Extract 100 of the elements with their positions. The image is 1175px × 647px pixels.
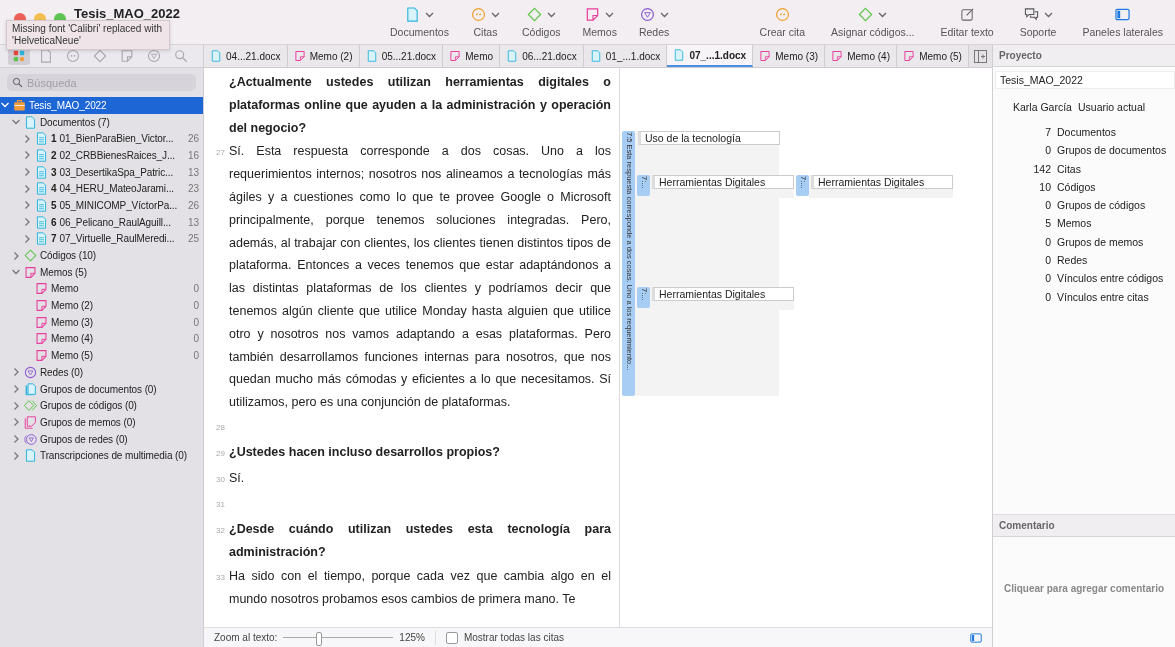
quote-icon — [774, 7, 790, 22]
toolbar-button[interactable]: Soporte — [1013, 4, 1063, 40]
chevron-right-icon[interactable] — [22, 133, 32, 144]
line-number: 27 — [215, 147, 226, 160]
document-icon — [35, 215, 48, 229]
document-tab[interactable]: 07_...1.docx — [667, 45, 754, 67]
tree-item[interactable]: 7 07_Virtuelle_RaulMeredi... 25 — [0, 230, 203, 248]
question-text: ¿Actualmente ustedes utilizan herramientas digitales o plataformas online que ayuden a la administración y operación del negocio? — [229, 74, 611, 137]
document-tab[interactable]: Memo (4) — [825, 45, 898, 67]
tree-item[interactable]: Memo (5) 0 — [0, 347, 203, 364]
code-label[interactable]: Herramientas Digitales — [652, 287, 794, 301]
document-tab[interactable]: Memo (3) — [753, 45, 826, 67]
document-icon — [35, 232, 48, 246]
chevron-right-icon[interactable] — [11, 250, 21, 261]
document-tab[interactable]: 05...21.docx — [359, 45, 444, 67]
memo-icon — [35, 332, 48, 346]
tree-item[interactable]: 3 03_DesertikaSpa_Patric... 13 — [0, 163, 203, 181]
chevron-right-icon[interactable] — [22, 150, 32, 161]
answer-text: Sí. — [229, 469, 246, 487]
checkbox[interactable] — [445, 631, 458, 644]
network-icon — [24, 365, 37, 379]
quote-icon — [66, 49, 80, 63]
memo-icon — [35, 349, 48, 363]
comment-placeholder[interactable]: Cliquear para agregar comentario — [1003, 582, 1165, 594]
chevron-right-icon[interactable] — [22, 233, 32, 244]
code-label[interactable]: Uso de la tecnología — [638, 131, 780, 145]
document-icon — [24, 449, 37, 463]
document-tab[interactable]: 01_...1.docx — [583, 45, 668, 67]
tree-item[interactable]: Memo (2) 0 — [0, 297, 203, 314]
tree-item[interactable]: Grupos de códigos (0) — [0, 397, 203, 415]
memo-icon — [35, 299, 48, 313]
tree-item[interactable]: 5 05_MINICOMP_VíctorPa... 26 — [0, 197, 203, 214]
document-tab[interactable]: Memo — [443, 45, 501, 67]
toolbar-button[interactable]: Citas — [464, 4, 506, 40]
tree-item[interactable]: Grupos de documentos (0) — [0, 380, 203, 398]
memo-icon — [35, 315, 48, 329]
stat-label: Grupos de códigos — [1057, 198, 1147, 214]
code-label[interactable]: Herramientas Digitales — [652, 175, 794, 189]
tree-item[interactable]: Memo 0 — [0, 280, 203, 298]
memo-icon — [35, 282, 48, 296]
line-number: 30 — [215, 473, 226, 486]
document-icon — [210, 50, 223, 62]
quote-icon — [470, 7, 486, 22]
diamond-icon — [93, 49, 107, 63]
tree-item[interactable]: 2 02_CRBBienesRaices_J... 16 — [0, 147, 203, 164]
stat-label: Citas — [1057, 161, 1082, 177]
tree-item[interactable]: Redes (0) — [0, 364, 203, 381]
document-tab[interactable]: 04...21.docx — [204, 45, 288, 67]
stat-label: Códigos — [1057, 179, 1097, 195]
document-icon — [35, 132, 48, 146]
tree-item[interactable]: 4 04_HERU_MateoJarami... 23 — [0, 180, 203, 198]
chevron-right-icon[interactable] — [22, 200, 32, 211]
chevron-right-icon[interactable] — [22, 217, 32, 228]
tree-item[interactable]: Tesis_MAO_2022 — [0, 97, 203, 114]
document-tab[interactable]: 06...21.docx — [500, 45, 584, 67]
toolbar-button[interactable]: Redes — [632, 4, 676, 40]
toolbar-button[interactable]: Asignar códigos... — [825, 4, 921, 40]
chevron-right-icon[interactable] — [11, 400, 21, 411]
panel-toggle-icon[interactable] — [974, 49, 988, 63]
chevron-right-icon[interactable] — [11, 434, 21, 445]
chevron-right-icon[interactable] — [22, 183, 32, 194]
answer-text: Ha sido con el tiempo, porque cada vez que cambia algo en el mundo nosotros probamos esos cambios de primera mano. Te — [229, 567, 611, 608]
toolbar-button[interactable]: Crear cita — [753, 4, 812, 40]
document-icon — [506, 50, 519, 62]
project-name-field[interactable]: Tesis_MAO_2022 — [995, 71, 1175, 89]
edit-icon — [959, 7, 975, 22]
code-label[interactable]: Herramientas Digitales — [811, 175, 953, 189]
diamond-icon — [858, 7, 874, 22]
memo-icon — [585, 7, 601, 22]
tree-item[interactable]: 6 06_Pelicano_RaulAguill... 13 — [0, 213, 203, 231]
toolbar-button[interactable]: Códigos — [515, 4, 567, 40]
toolbar-button[interactable]: Memos — [576, 4, 623, 40]
document-tab[interactable]: Memo (5) — [897, 45, 970, 67]
document-icon — [35, 182, 48, 196]
toolbar-button[interactable]: Documentos — [384, 4, 455, 40]
tree-item[interactable]: Memo (3) 0 — [0, 313, 203, 331]
chevron-right-icon[interactable] — [11, 384, 21, 395]
slider-thumb[interactable] — [316, 631, 323, 646]
tree-item[interactable]: 1 01_BienParaBien_Victor... 26 — [0, 130, 203, 148]
diamond-icon — [526, 7, 542, 22]
tree-item[interactable]: Transcripciones de multimedia (0) — [0, 447, 203, 465]
tree-item[interactable]: Memo (4) 0 — [0, 330, 203, 348]
chevron-right-icon[interactable] — [22, 167, 32, 178]
chevron-right-icon[interactable] — [11, 367, 21, 378]
tree-item[interactable]: Memos (5) — [0, 263, 203, 281]
chevron-right-icon[interactable] — [11, 450, 21, 461]
toolbar-button[interactable]: Editar texto — [934, 4, 1000, 40]
chevron-right-icon[interactable] — [11, 417, 21, 428]
tree-item[interactable]: Códigos (10) — [0, 247, 203, 264]
documents-icon — [24, 382, 37, 396]
stat-label: Redes — [1057, 253, 1089, 269]
tree-item[interactable]: Documentos (7) — [0, 113, 203, 131]
stat-count: 0 — [1044, 198, 1051, 214]
stat-label: Vínculos entre citas — [1057, 289, 1150, 305]
tree-item[interactable]: Grupos de memos (0) — [0, 414, 203, 431]
document-tab[interactable]: Memo (2) — [287, 45, 360, 67]
toolbar-button[interactable]: Paneles laterales — [1076, 4, 1169, 40]
tree-item[interactable]: Grupos de redes (0) — [0, 430, 203, 448]
line-number: 33 — [215, 571, 226, 584]
stat-count: 7 — [1044, 125, 1051, 140]
